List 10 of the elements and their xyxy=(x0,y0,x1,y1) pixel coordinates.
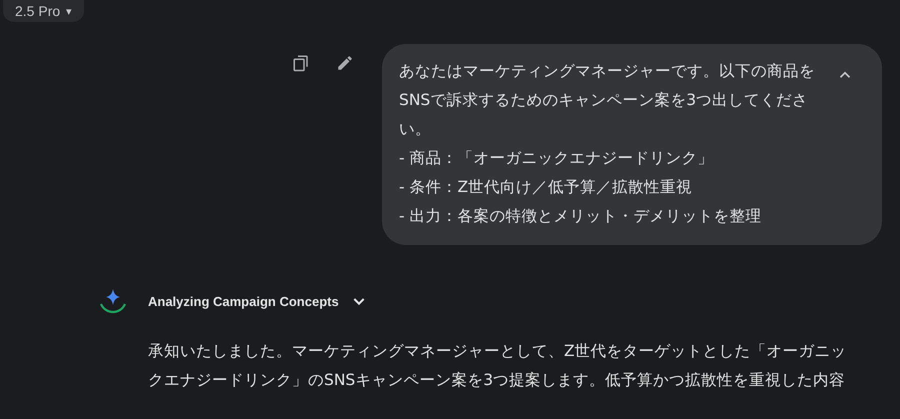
edit-icon[interactable] xyxy=(336,54,354,72)
response-text: 承知いたしました。マーケティングマネージャーとして、Z世代をターゲットとした「オーガニックエナジードリンク」のSNSキャンペーン案を3つ提案します。低予算かつ拡散性を重視した内容 xyxy=(148,341,848,391)
message-line: - 出力：各案の特徴とメリット・デメリットを整理 xyxy=(399,206,763,227)
caret-icon: ▾ xyxy=(66,4,72,18)
thinking-title: Analyzing Campaign Concepts xyxy=(148,294,339,308)
message-line: - 商品：「オーガニックエナジードリンク」 xyxy=(399,148,715,169)
message-line: - 条件：Z世代向け／低予算／拡散性重視 xyxy=(399,177,694,198)
copy-icon[interactable] xyxy=(292,54,310,72)
message-line: あなたはマーケティングマネージャーです。以下の商品をSNSで訴求するためのキャンペーン案を3つ出してください。 xyxy=(399,61,816,140)
model-picker[interactable]: 2.5 Pro ▾ xyxy=(3,0,84,22)
